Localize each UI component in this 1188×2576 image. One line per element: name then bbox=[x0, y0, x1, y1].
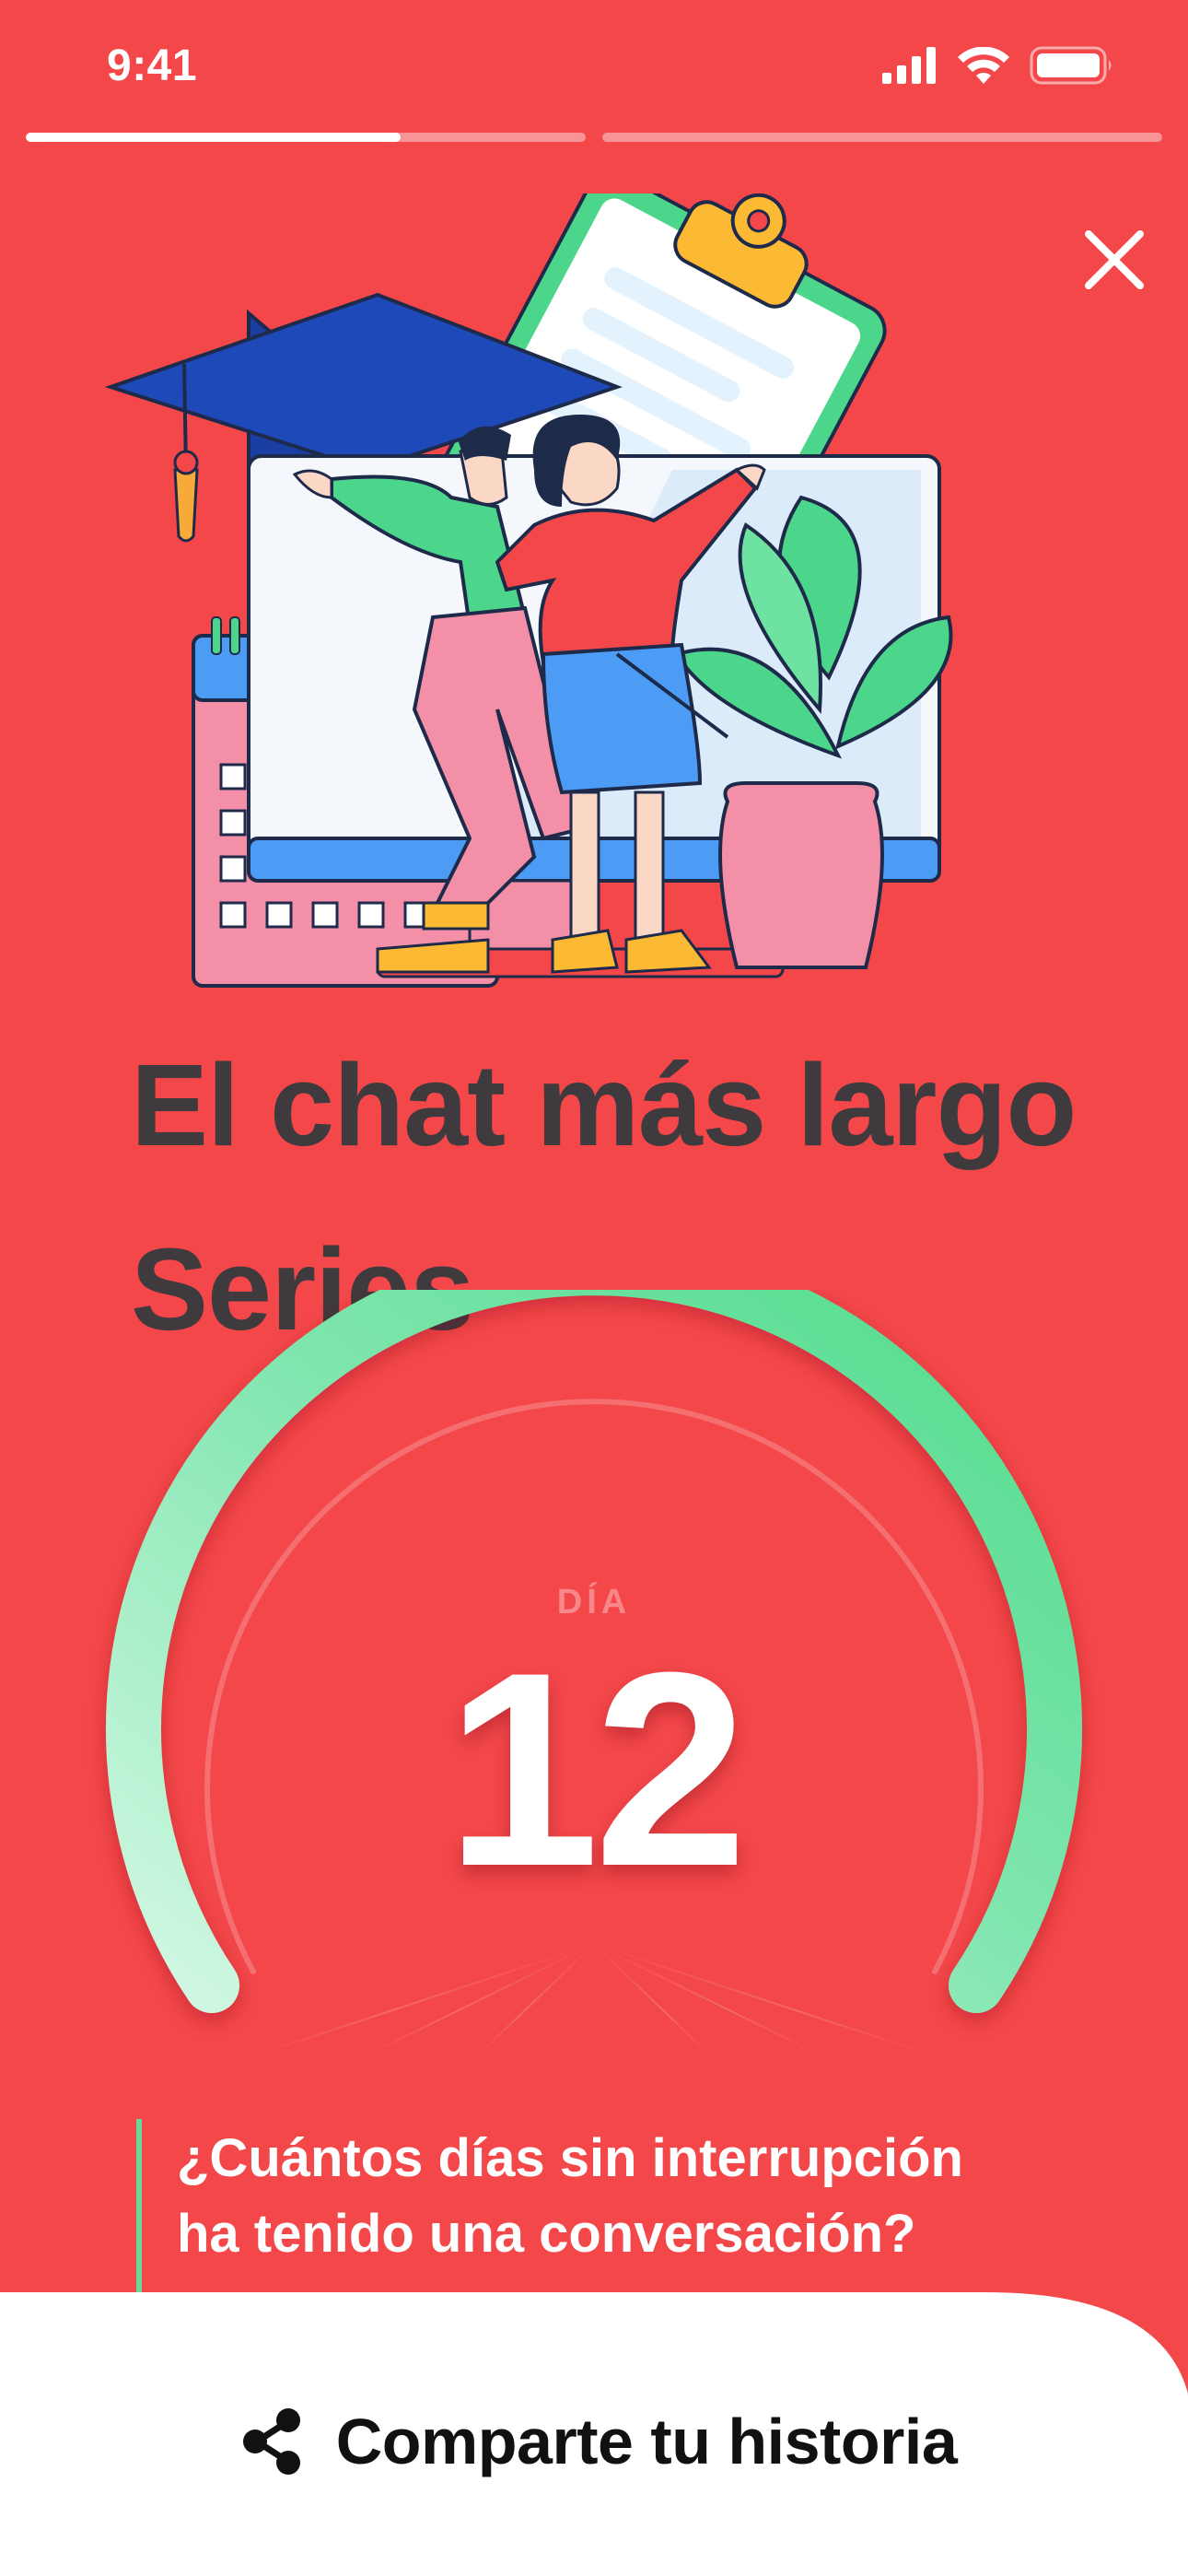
status-time: 9:41 bbox=[107, 41, 198, 90]
question-line-1: ¿Cuántos días sin interrupción bbox=[177, 2128, 963, 2188]
streak-day-count: 12 bbox=[446, 1614, 748, 1924]
battery-icon bbox=[1030, 46, 1112, 85]
question-line-2: ha tenido una conversación? bbox=[177, 2204, 916, 2264]
close-button[interactable] bbox=[1076, 221, 1153, 299]
story-progress-segment bbox=[26, 133, 586, 142]
cellular-signal-icon bbox=[882, 47, 936, 84]
share-button-label: Comparte tu historia bbox=[335, 2406, 958, 2477]
close-icon bbox=[1085, 230, 1144, 289]
story-progress-segment bbox=[602, 133, 1162, 142]
share-story-button[interactable]: Comparte tu historia bbox=[230, 2395, 967, 2488]
wifi-icon bbox=[958, 47, 1009, 84]
question-callout: ¿Cuántos días sin interrupción ha tenido… bbox=[136, 2119, 1112, 2294]
status-bar: 9:41 bbox=[0, 0, 1188, 129]
status-icons bbox=[880, 46, 1114, 85]
hero-illustration bbox=[104, 193, 953, 988]
story-progress-fill bbox=[26, 133, 402, 142]
title-line-1: El chat más largo bbox=[131, 1040, 1077, 1170]
story-progress-bar bbox=[26, 133, 1162, 142]
gauge-grid-floor bbox=[129, 1943, 1059, 2055]
share-icon bbox=[242, 2408, 300, 2475]
